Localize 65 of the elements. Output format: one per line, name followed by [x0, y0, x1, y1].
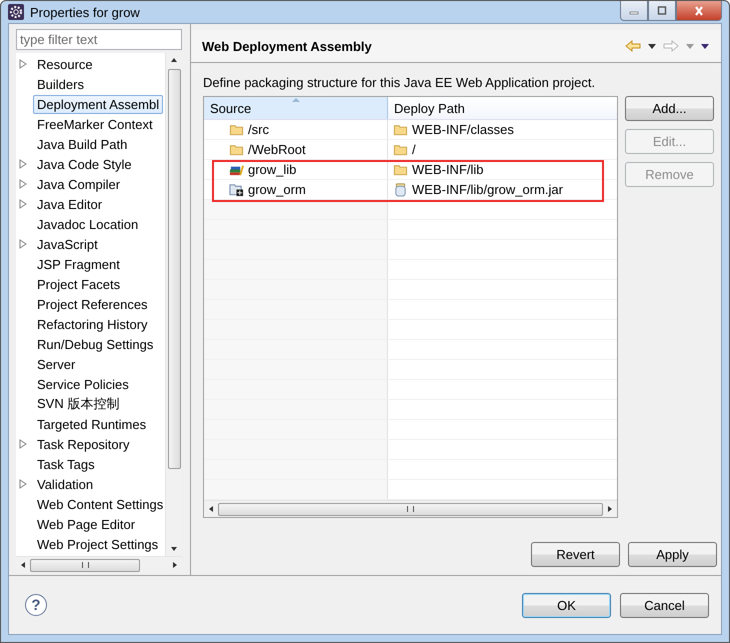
tree-item[interactable]: Service Policies: [33, 374, 133, 394]
table-cell: grow_lib: [204, 160, 388, 179]
expand-icon[interactable]: [19, 479, 27, 489]
gear-icon: [8, 4, 24, 20]
tree-item[interactable]: Targeted Runtimes: [33, 414, 150, 434]
vertical-scrollbar[interactable]: [165, 53, 182, 556]
page-button[interactable]: Apply: [628, 542, 717, 567]
column-header[interactable]: Source: [204, 97, 388, 119]
close-button[interactable]: [676, 1, 722, 21]
window-title: Properties for grow: [30, 4, 140, 20]
dialog-button[interactable]: OK: [522, 592, 611, 618]
expand-icon[interactable]: [19, 179, 27, 189]
view-menu-icon[interactable]: [701, 44, 709, 48]
table-cell: /src: [204, 120, 388, 139]
tree-item[interactable]: Javadoc Location: [33, 214, 142, 234]
forward-arrow-icon[interactable]: [663, 40, 679, 52]
tree-item[interactable]: Java Editor: [33, 194, 106, 214]
table-cell: WEB-INF/classes: [388, 120, 617, 139]
minimize-button[interactable]: [620, 1, 648, 21]
sort-icon: [292, 98, 300, 102]
tree-item[interactable]: Task Tags: [33, 454, 99, 474]
expand-icon[interactable]: [19, 199, 27, 209]
table-cell: WEB-INF/lib/grow_orm.jar: [388, 180, 617, 199]
help-button[interactable]: ?: [25, 594, 47, 616]
tree-item[interactable]: Validation: [33, 474, 98, 494]
tree-item[interactable]: Task Repository: [33, 434, 134, 454]
table-cell: WEB-INF/lib: [388, 160, 617, 179]
column-header[interactable]: Deploy Path: [388, 97, 617, 119]
tree-item[interactable]: Project References: [33, 294, 152, 314]
tree-item[interactable]: Java Code Style: [33, 154, 136, 174]
dropdown-icon[interactable]: [648, 44, 656, 48]
action-button[interactable]: Add...: [625, 96, 714, 121]
horizontal-scrollbar[interactable]: [204, 500, 617, 517]
tree-item[interactable]: Builders: [33, 74, 88, 94]
description-text: Define packaging structure for this Java EE Web Application project.: [203, 75, 596, 90]
back-arrow-icon[interactable]: [625, 40, 641, 52]
filter-field[interactable]: type filter text: [16, 29, 182, 50]
maximize-button[interactable]: [648, 1, 676, 21]
expand-icon[interactable]: [19, 239, 27, 249]
tree-item[interactable]: JSP Fragment: [33, 254, 124, 274]
expand-icon[interactable]: [19, 159, 27, 169]
table-cell: /WebRoot: [204, 140, 388, 159]
tree-item[interactable]: JavaScript: [33, 234, 102, 254]
tree-item[interactable]: Resource: [33, 54, 97, 74]
tree-item[interactable]: Java Compiler: [33, 174, 124, 194]
tree-item[interactable]: Deployment Assembl: [33, 94, 164, 114]
page-button[interactable]: Revert: [531, 542, 620, 567]
tree-item[interactable]: Run/Debug Settings: [33, 334, 158, 354]
tree-item[interactable]: Refactoring History: [33, 314, 152, 334]
tree-item[interactable]: Web Content Settings: [33, 494, 165, 514]
tree-item[interactable]: Project Facets: [33, 274, 124, 294]
maximize-icon: [656, 6, 668, 16]
dialog-button[interactable]: Cancel: [620, 592, 709, 618]
tree-item[interactable]: Web Page Editor: [33, 514, 140, 534]
close-icon: [693, 6, 705, 16]
page-title: Web Deployment Assembly: [202, 38, 372, 54]
expand-icon[interactable]: [19, 59, 27, 69]
tree-item[interactable]: Server: [33, 354, 80, 374]
tree-item[interactable]: FreeMarker Context: [33, 114, 157, 134]
tree-item[interactable]: Web Project Settings: [33, 534, 162, 554]
tree-item[interactable]: SVN 版本控制: [33, 393, 124, 415]
table-cell: grow_orm: [204, 180, 388, 199]
table-cell: /: [388, 140, 617, 159]
tree-item[interactable]: Java Build Path: [33, 134, 132, 154]
expand-icon[interactable]: [19, 439, 27, 449]
